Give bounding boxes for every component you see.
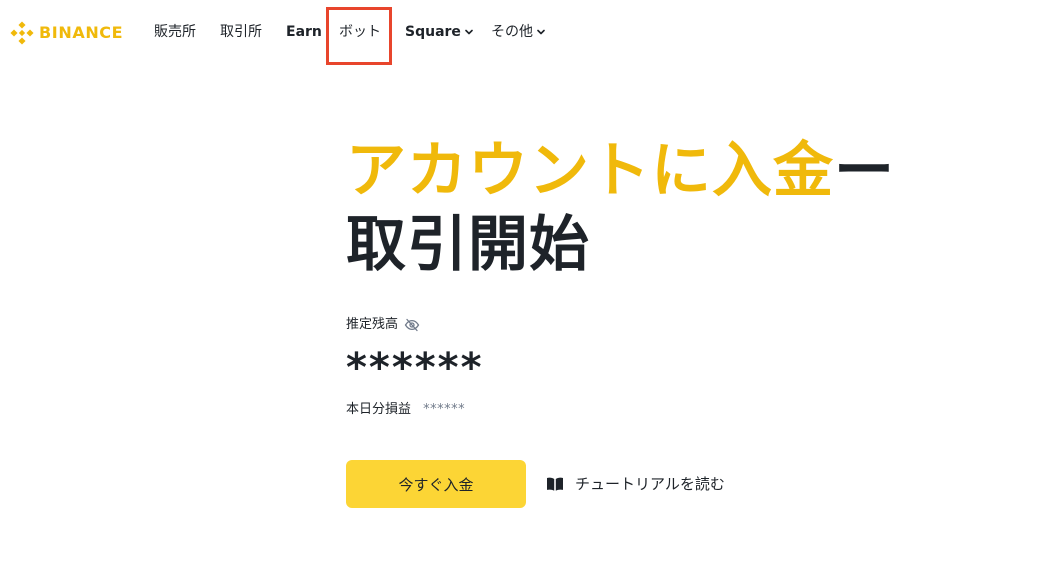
nav-bots[interactable]: ボット [339,22,381,42]
nav-square[interactable]: Square [405,22,473,42]
hero-title-accent: アカウントに入金 [346,136,834,206]
eye-slash-icon[interactable] [404,317,420,333]
hero-title: アカウントに入金ー 取引開始 [346,134,895,282]
chevron-down-icon [537,29,545,35]
nav-more-label: その他 [491,24,533,40]
read-tutorial-link[interactable]: チュートリアルを読む [545,474,725,494]
todays-pnl: 本日分損益 ****** [346,400,465,420]
todays-pnl-label: 本日分損益 [346,402,412,417]
deposit-now-button[interactable]: 今すぐ入金 [346,460,526,508]
estimated-balance-value: ****** [346,345,484,391]
nav-square-label: Square [405,24,461,40]
nav-trade[interactable]: 取引所 [220,22,262,42]
binance-logo-icon [10,21,34,45]
todays-pnl-value: ****** [423,402,466,417]
binance-logo[interactable]: BINANCE [10,21,123,45]
logo-wordmark: BINANCE [39,23,124,42]
nav-earn[interactable]: Earn [286,22,322,42]
read-tutorial-label: チュートリアルを読む [575,475,725,493]
page: BINANCE 販売所 取引所 Earn ボット Square その他 アカウン… [0,0,1042,562]
chevron-down-icon [465,29,473,35]
nav-more[interactable]: その他 [491,22,545,42]
nav-buy-sell[interactable]: 販売所 [154,22,196,42]
open-book-icon [547,477,563,491]
estimated-balance-text: 推定残高 [346,317,399,332]
hero-title-line2: 取引開始 [346,210,590,280]
top-nav: BINANCE 販売所 取引所 Earn ボット Square その他 [0,0,1042,65]
hero-title-dash: ー [834,136,895,206]
estimated-balance-label: 推定残高 [346,315,420,335]
